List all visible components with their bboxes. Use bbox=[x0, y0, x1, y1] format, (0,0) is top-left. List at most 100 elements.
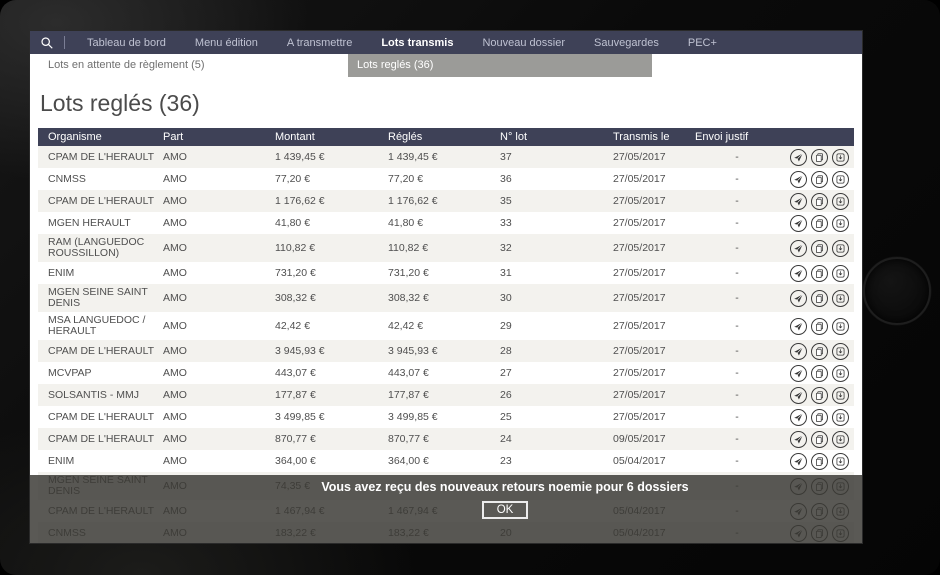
document-icon[interactable] bbox=[811, 192, 828, 210]
cell-organisme: ENIM bbox=[48, 266, 75, 279]
document-icon[interactable] bbox=[811, 148, 828, 166]
table-row[interactable]: ENIM AMO 731,20 € 731,20 € 31 27/05/2017… bbox=[38, 262, 854, 284]
col-header-numero-lot: N° lot bbox=[500, 131, 528, 143]
cell-montant: 364,00 € bbox=[275, 455, 316, 467]
table-row[interactable]: MGEN HERAULT AMO 41,80 € 41,80 € 33 27/0… bbox=[38, 212, 854, 234]
cell-actions bbox=[785, 148, 854, 166]
download-icon[interactable] bbox=[832, 452, 849, 470]
nav-item-sauvegardes[interactable]: Sauvegardes bbox=[594, 37, 659, 49]
document-icon[interactable] bbox=[811, 239, 828, 257]
cell-actions bbox=[785, 214, 854, 232]
cell-transmis-le: 27/05/2017 bbox=[613, 151, 666, 163]
cell-organisme: SOLSANTIS - MMJ bbox=[48, 388, 140, 401]
download-icon[interactable] bbox=[832, 317, 849, 335]
cell-envoi-justif: - bbox=[735, 367, 739, 379]
nav-item-a-transmettre[interactable]: A transmettre bbox=[287, 37, 352, 49]
send-icon[interactable] bbox=[790, 430, 807, 448]
table-row[interactable]: CPAM DE L'HERAULT AMO 870,77 € 870,77 € … bbox=[38, 428, 854, 450]
document-icon[interactable] bbox=[811, 317, 828, 335]
send-icon[interactable] bbox=[790, 214, 807, 232]
search-icon[interactable] bbox=[40, 36, 54, 50]
document-icon[interactable] bbox=[811, 342, 828, 360]
download-icon[interactable] bbox=[832, 239, 849, 257]
nav-item-menu-edition[interactable]: Menu édition bbox=[195, 37, 258, 49]
cell-organisme: CPAM DE L'HERAULT bbox=[48, 150, 155, 163]
nav-item-pec-plus[interactable]: PEC+ bbox=[688, 37, 717, 49]
cell-envoi-justif: - bbox=[735, 389, 739, 401]
subnav-item-lots-regles[interactable]: Lots reglés (36) bbox=[348, 54, 652, 77]
document-icon[interactable] bbox=[811, 452, 828, 470]
cell-regles: 41,80 € bbox=[388, 217, 424, 229]
page-title: Lots reglés (36) bbox=[40, 90, 200, 116]
cell-envoi-justif: - bbox=[735, 267, 739, 279]
download-icon[interactable] bbox=[832, 148, 849, 166]
cell-numero-lot: 25 bbox=[500, 411, 512, 423]
cell-transmis-le: 27/05/2017 bbox=[613, 389, 666, 401]
cell-organisme: RAM (LANGUEDOC ROUSSILLON) bbox=[48, 236, 145, 259]
table-row[interactable]: RAM (LANGUEDOC ROUSSILLON) AMO 110,82 € … bbox=[38, 234, 854, 262]
download-icon[interactable] bbox=[832, 170, 849, 188]
download-icon[interactable] bbox=[832, 408, 849, 426]
download-icon[interactable] bbox=[832, 289, 849, 307]
download-icon[interactable] bbox=[832, 192, 849, 210]
cell-numero-lot: 36 bbox=[500, 173, 512, 185]
col-header-part: Part bbox=[163, 131, 184, 143]
send-icon[interactable] bbox=[790, 148, 807, 166]
send-icon[interactable] bbox=[790, 289, 807, 307]
download-icon[interactable] bbox=[832, 386, 849, 404]
ok-button[interactable]: OK bbox=[481, 501, 529, 519]
notification-message: Vous avez reçu des nouveaux retours noem… bbox=[321, 480, 689, 494]
document-icon[interactable] bbox=[811, 214, 828, 232]
table-row[interactable]: MCVPAP AMO 443,07 € 443,07 € 27 27/05/20… bbox=[38, 362, 854, 384]
cell-transmis-le: 27/05/2017 bbox=[613, 320, 666, 332]
cell-montant: 77,20 € bbox=[275, 173, 311, 185]
download-icon[interactable] bbox=[832, 214, 849, 232]
table-row[interactable]: MGEN SEINE SAINT DENIS AMO 308,32 € 308,… bbox=[38, 284, 854, 312]
send-icon[interactable] bbox=[790, 264, 807, 282]
cell-numero-lot: 26 bbox=[500, 389, 512, 401]
document-icon[interactable] bbox=[811, 408, 828, 426]
send-icon[interactable] bbox=[790, 364, 807, 382]
document-icon[interactable] bbox=[811, 364, 828, 382]
table-row[interactable]: CPAM DE L'HERAULT AMO 1 439,45 € 1 439,4… bbox=[38, 146, 854, 168]
cell-regles: 42,42 € bbox=[388, 320, 424, 332]
cell-numero-lot: 37 bbox=[500, 151, 512, 163]
cell-transmis-le: 27/05/2017 bbox=[613, 411, 666, 423]
send-icon[interactable] bbox=[790, 452, 807, 470]
download-icon[interactable] bbox=[832, 364, 849, 382]
top-navbar: Tableau de bord Menu édition A transmett… bbox=[30, 31, 862, 54]
subnav-item-lots-en-attente[interactable]: Lots en attente de règlement (5) bbox=[48, 59, 205, 71]
cell-part: AMO bbox=[163, 320, 187, 332]
table-row[interactable]: MSA LANGUEDOC / HERAULT AMO 42,42 € 42,4… bbox=[38, 312, 854, 340]
send-icon[interactable] bbox=[790, 192, 807, 210]
cell-part: AMO bbox=[163, 242, 187, 254]
table-row[interactable]: CNMSS AMO 77,20 € 77,20 € 36 27/05/2017 … bbox=[38, 168, 854, 190]
cell-regles: 870,77 € bbox=[388, 433, 429, 445]
document-icon[interactable] bbox=[811, 289, 828, 307]
send-icon[interactable] bbox=[790, 317, 807, 335]
nav-item-tableau-de-bord[interactable]: Tableau de bord bbox=[87, 37, 166, 49]
document-icon[interactable] bbox=[811, 386, 828, 404]
home-button[interactable] bbox=[863, 257, 931, 325]
cell-envoi-justif: - bbox=[735, 173, 739, 185]
document-icon[interactable] bbox=[811, 430, 828, 448]
table-row[interactable]: CPAM DE L'HERAULT AMO 3 945,93 € 3 945,9… bbox=[38, 340, 854, 362]
send-icon[interactable] bbox=[790, 408, 807, 426]
nav-item-nouveau-dossier[interactable]: Nouveau dossier bbox=[482, 37, 565, 49]
nav-item-lots-transmis[interactable]: Lots transmis bbox=[381, 37, 453, 49]
download-icon[interactable] bbox=[832, 264, 849, 282]
cell-envoi-justif: - bbox=[735, 320, 739, 332]
send-icon[interactable] bbox=[790, 342, 807, 360]
send-icon[interactable] bbox=[790, 170, 807, 188]
table-row[interactable]: ENIM AMO 364,00 € 364,00 € 23 05/04/2017… bbox=[38, 450, 854, 472]
document-icon[interactable] bbox=[811, 264, 828, 282]
document-icon[interactable] bbox=[811, 170, 828, 188]
table-row[interactable]: CPAM DE L'HERAULT AMO 3 499,85 € 3 499,8… bbox=[38, 406, 854, 428]
send-icon[interactable] bbox=[790, 386, 807, 404]
table-row[interactable]: CPAM DE L'HERAULT AMO 1 176,62 € 1 176,6… bbox=[38, 190, 854, 212]
table-row[interactable]: SOLSANTIS - MMJ AMO 177,87 € 177,87 € 26… bbox=[38, 384, 854, 406]
download-icon[interactable] bbox=[832, 430, 849, 448]
send-icon[interactable] bbox=[790, 239, 807, 257]
download-icon[interactable] bbox=[832, 342, 849, 360]
cell-actions bbox=[785, 342, 854, 360]
